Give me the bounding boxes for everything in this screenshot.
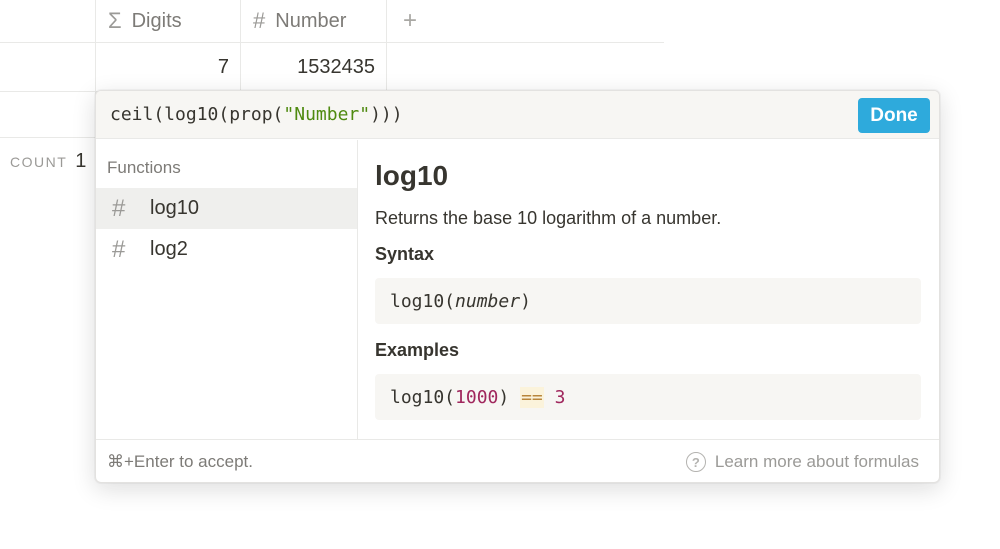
formula-text[interactable]: ceil(log10(prop("Number"))) — [110, 104, 403, 125]
row-divider — [0, 91, 100, 92]
example-close: ) — [498, 386, 521, 408]
syntax-code: log10(number) — [375, 278, 921, 324]
example-operator: == — [520, 386, 544, 408]
function-title: log10 — [375, 160, 449, 191]
accept-hint: ⌘+Enter to accept. — [107, 452, 253, 472]
formula-input[interactable]: ceil(log10(prop("Number"))) Done — [96, 91, 939, 139]
hash-icon: # — [112, 235, 126, 263]
learn-more-label: Learn more about formulas — [714, 452, 919, 471]
help-icon: ? — [685, 452, 706, 472]
add-column-button[interactable]: + — [387, 0, 433, 42]
function-description: Returns the base 10 logarithm of a numbe… — [375, 208, 722, 228]
function-detail: log10 Returns the base 10 logarithm of a… — [359, 140, 939, 439]
example-fn: log10( — [390, 386, 456, 408]
popup-footer: ⌘+Enter to accept. ? Learn more about fo… — [96, 439, 939, 482]
accept-shortcut: ⌘+Enter — [107, 452, 175, 471]
count-value: 1 — [75, 150, 87, 172]
accept-hint-text: to accept. — [174, 452, 253, 471]
syntax-close: ) — [520, 290, 531, 312]
function-list: Functions # log10 # log2 — [96, 140, 358, 439]
example-space — [544, 387, 555, 408]
formula-code-end: ))) — [370, 104, 403, 125]
formula-editor-popup: ceil(log10(prop("Number"))) Done Functio… — [95, 90, 940, 483]
formula-code-start: ceil(log10(prop( — [110, 104, 284, 125]
cell-number[interactable]: 1532435 — [241, 43, 387, 91]
example-code: log10(1000) == 3 — [375, 374, 921, 420]
example-result: 3 — [554, 386, 566, 408]
syntax-arg: number — [455, 290, 521, 312]
examples-heading: Examples — [375, 340, 460, 360]
column-header-digits[interactable]: Σ Digits — [96, 0, 241, 42]
example-number: 1000 — [455, 386, 499, 408]
learn-more-link[interactable]: ? Learn more about formulas — [685, 452, 919, 472]
function-list-heading: Functions — [107, 158, 181, 177]
plus-icon: + — [402, 7, 417, 34]
column-header-number[interactable]: # Number — [241, 0, 387, 42]
footer-divider — [0, 137, 100, 138]
hash-icon: # — [253, 8, 266, 33]
column-header-label: Number — [275, 9, 347, 32]
syntax-fn: log10( — [390, 290, 456, 312]
done-button[interactable]: Done — [858, 98, 930, 133]
column-header-label: Digits — [131, 9, 182, 32]
syntax-heading: Syntax — [375, 244, 435, 264]
cell-digits[interactable]: 7 — [96, 43, 241, 91]
hash-icon: # — [112, 194, 126, 222]
function-item-label: log10 — [150, 197, 199, 219]
function-item-log10[interactable]: # log10 — [96, 188, 357, 229]
formula-string-literal: "Number" — [283, 104, 371, 125]
function-item-label: log2 — [150, 238, 188, 260]
database-page: Σ Digits # Number + 7 1532435 COUNT 1 ce… — [0, 0, 1000, 549]
count-summary[interactable]: COUNT 1 — [10, 150, 86, 173]
function-item-log2[interactable]: # log2 — [96, 229, 357, 270]
sigma-icon: Σ — [108, 8, 122, 33]
count-label: COUNT — [10, 154, 68, 170]
